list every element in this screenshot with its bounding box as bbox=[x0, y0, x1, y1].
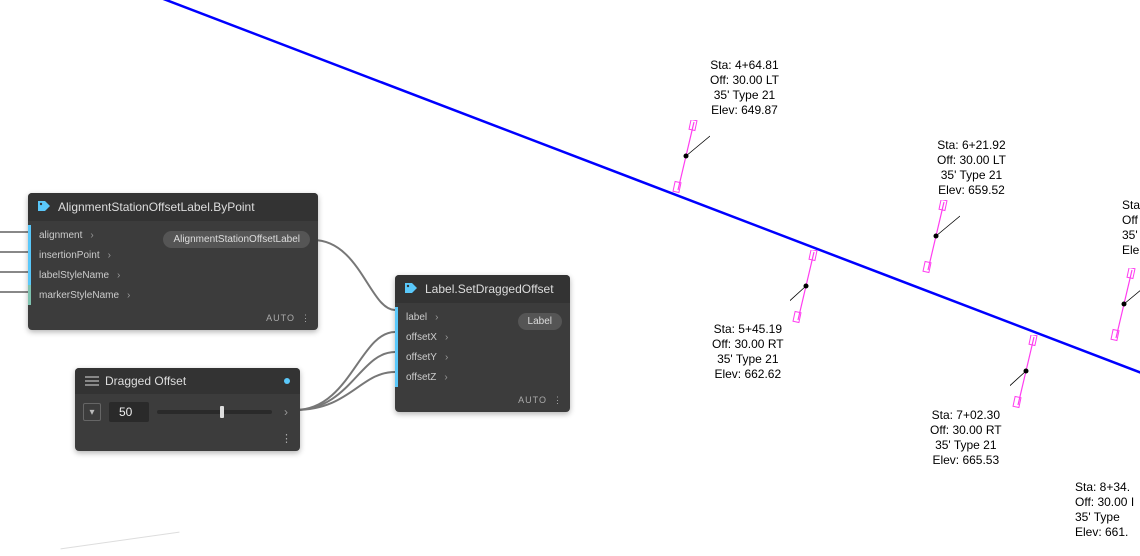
tag-icon bbox=[36, 199, 52, 215]
node-header[interactable]: AlignmentStationOffsetLabel.ByPoint bbox=[28, 193, 318, 221]
input-offsetx[interactable]: offsetX› bbox=[395, 327, 456, 347]
input-insertionpoint[interactable]: insertionPoint› bbox=[28, 245, 138, 265]
chevron-right-icon: › bbox=[435, 312, 438, 323]
node-header[interactable]: Label.SetDraggedOffset bbox=[395, 275, 570, 303]
station-label: Sta: 7+02.30 Off: 30.00 RT 35' Type 21 E… bbox=[930, 408, 1002, 468]
tag-icon bbox=[403, 281, 419, 297]
slider-track[interactable] bbox=[157, 410, 272, 414]
input-alignment[interactable]: alignment› bbox=[28, 225, 138, 245]
station-marker bbox=[1108, 268, 1140, 348]
node-title: AlignmentStationOffsetLabel.ByPoint bbox=[58, 200, 255, 214]
station-marker bbox=[670, 120, 710, 200]
node-footer: AUTO⋮ bbox=[28, 309, 318, 330]
chevron-right-icon: › bbox=[445, 332, 448, 343]
chevron-right-icon: › bbox=[444, 372, 447, 383]
faint-object-edge bbox=[61, 532, 180, 550]
input-labelstylename[interactable]: labelStyleName› bbox=[28, 265, 138, 285]
station-label: Sta: 6+21.92 Off: 30.00 LT 35' Type 21 E… bbox=[937, 138, 1006, 198]
slider-header[interactable]: Dragged Offset bbox=[75, 368, 300, 394]
station-label: Sta: Off 35' Ele bbox=[1122, 198, 1140, 258]
station-label: Sta: 8+34. Off: 30.00 I 35' Type Elev: 6… bbox=[1075, 480, 1134, 540]
slider-thumb[interactable] bbox=[220, 406, 224, 418]
chevron-right-icon: › bbox=[117, 270, 120, 281]
status-dot-icon bbox=[284, 378, 290, 384]
node-footer: AUTO⋮ bbox=[395, 391, 570, 412]
chevron-right-icon: › bbox=[108, 250, 111, 261]
station-marker bbox=[920, 200, 960, 280]
chevron-right-icon: › bbox=[127, 290, 130, 301]
output-label[interactable]: Label bbox=[518, 313, 562, 330]
node-alignment-bypoint[interactable]: AlignmentStationOffsetLabel.ByPoint alig… bbox=[28, 193, 318, 330]
expand-button[interactable]: ▾ bbox=[83, 403, 101, 421]
input-offsety[interactable]: offsetY› bbox=[395, 347, 456, 367]
input-markerstylename[interactable]: markerStyleName› bbox=[28, 285, 138, 305]
more-icon[interactable]: ⋮ bbox=[301, 313, 310, 324]
slider-title: Dragged Offset bbox=[105, 374, 186, 388]
node-dragged-offset-slider[interactable]: Dragged Offset ▾ 50 › ⋮ bbox=[75, 368, 300, 451]
station-label: Sta: 4+64.81 Off: 30.00 LT 35' Type 21 E… bbox=[710, 58, 779, 118]
output-alignmentstationoffsetlabel[interactable]: AlignmentStationOffsetLabel bbox=[163, 231, 310, 248]
station-marker bbox=[790, 250, 830, 330]
slider-bars-icon bbox=[85, 376, 99, 386]
chevron-right-icon: › bbox=[90, 230, 93, 241]
station-label: Sta: 5+45.19 Off: 30.00 RT 35' Type 21 E… bbox=[712, 322, 784, 382]
input-offsetz[interactable]: offsetZ› bbox=[395, 367, 456, 387]
more-icon[interactable]: ⋮ bbox=[281, 433, 292, 445]
node-title: Label.SetDraggedOffset bbox=[425, 282, 554, 296]
chevron-right-icon: › bbox=[445, 352, 448, 363]
node-setdraggedoffset[interactable]: Label.SetDraggedOffset label› offsetX› o… bbox=[395, 275, 570, 412]
slider-value-input[interactable]: 50 bbox=[109, 402, 149, 422]
input-label[interactable]: label› bbox=[395, 307, 456, 327]
station-marker bbox=[1010, 335, 1050, 415]
more-icon[interactable]: ⋮ bbox=[553, 395, 562, 406]
slider-output-port[interactable]: › bbox=[280, 405, 292, 419]
